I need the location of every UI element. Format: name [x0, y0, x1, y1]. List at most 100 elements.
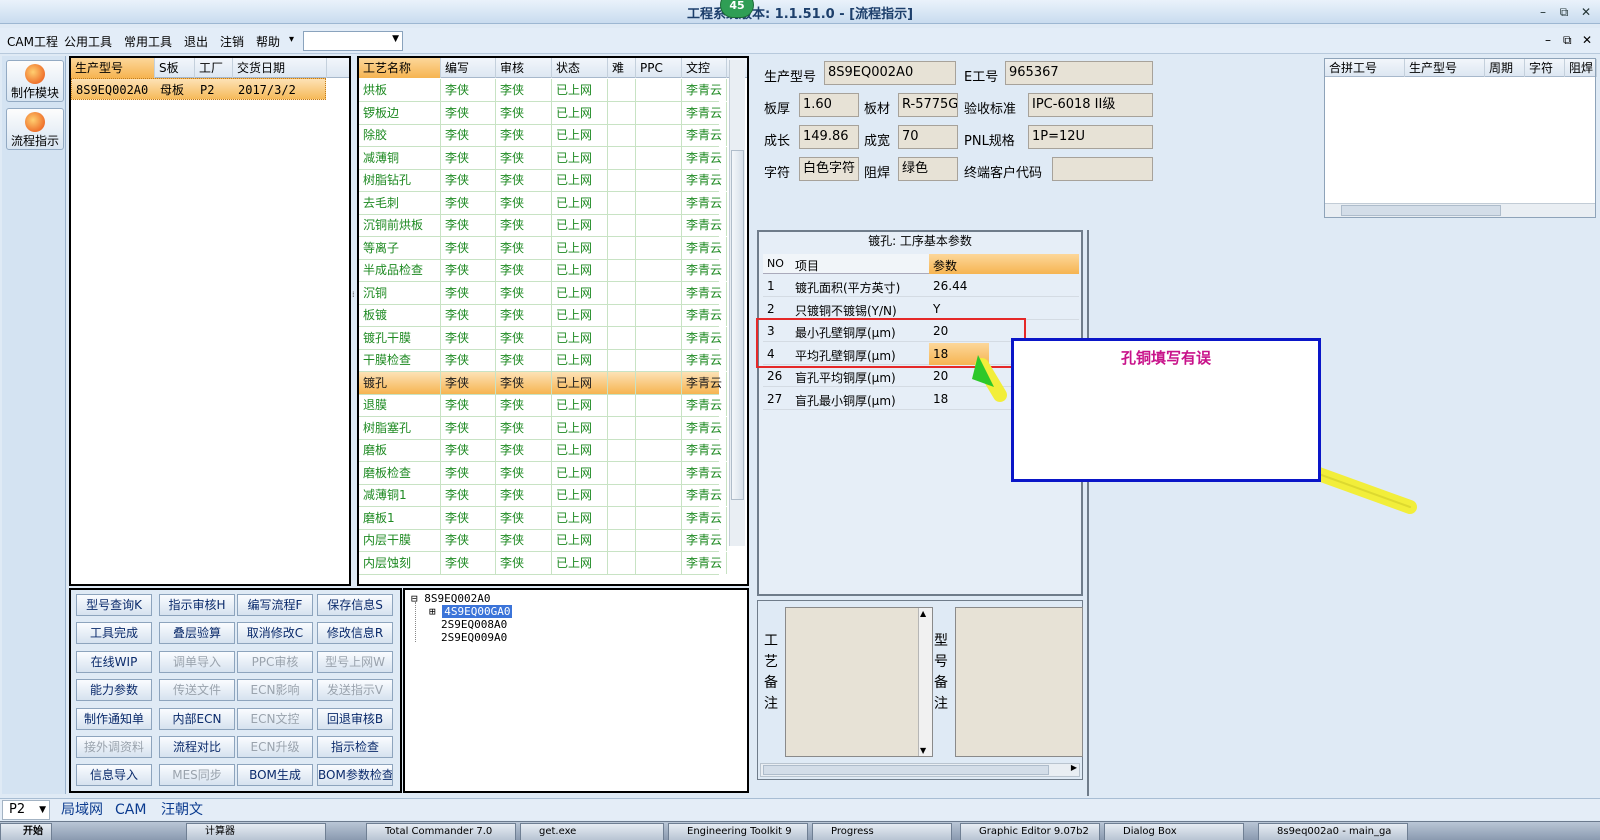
col-doc-control[interactable]: 文控 [682, 58, 727, 78]
action-button[interactable]: 修改信息R [317, 622, 393, 645]
taskbar-item[interactable]: 8s9eq002a0 - main_ga [1258, 823, 1408, 840]
col-difficulty[interactable]: 难 [608, 58, 636, 78]
action-button[interactable]: 叠层验算 [159, 622, 235, 645]
menu-logout[interactable]: 注销 [220, 33, 244, 50]
table-row[interactable]: 去毛刺 李侠 李侠 已上网 李青云 [359, 191, 727, 215]
table-row[interactable]: 磨板 李侠 李侠 已上网 李青云 [359, 439, 727, 462]
status-tab-cam[interactable]: CAM [112, 800, 149, 820]
menu-common-tools[interactable]: 常用工具 [124, 33, 172, 50]
action-button[interactable]: 内部ECN [159, 707, 235, 730]
process-scrollbar[interactable] [729, 60, 745, 546]
menu-cam-project[interactable]: CAM工程 [7, 33, 58, 50]
action-button[interactable]: 在线WIP [76, 650, 152, 673]
action-button[interactable]: ECN升级 [237, 736, 313, 758]
minimize-button[interactable]: – [1534, 4, 1552, 20]
table-row-selected[interactable]: 镀孔 李侠 李侠 已上网 李青云 [359, 371, 727, 395]
action-button[interactable]: BOM参数检查 [317, 764, 393, 787]
action-button[interactable]: 信息导入 [76, 764, 152, 787]
col-status[interactable]: 状态 [552, 58, 608, 78]
model-remarks-field[interactable] [955, 607, 1083, 757]
action-button[interactable]: 发送指示V [317, 679, 393, 702]
action-button[interactable]: BOM生成 [237, 764, 313, 787]
col-combine-legend[interactable]: 字符 [1525, 59, 1565, 77]
action-button[interactable]: 接外调资料 [76, 736, 152, 758]
splitter-handle[interactable]: ⁞ [352, 290, 356, 350]
table-row[interactable]: 除胶 李侠 李侠 已上网 李青云 [359, 124, 727, 147]
maximize-button[interactable]: ⧉ [1555, 4, 1573, 20]
action-button[interactable]: 回退审核B [317, 707, 393, 730]
col-model[interactable]: 生产型号 [71, 58, 155, 78]
col-combine-mask[interactable]: 阻焊 [1565, 59, 1597, 77]
action-button[interactable]: 指示审核H [159, 594, 235, 616]
scroll-down-icon[interactable]: ▼ [920, 746, 926, 755]
status-tab-user[interactable]: 汪朝文 [158, 800, 206, 820]
e-number-field[interactable]: 965367 [1005, 61, 1153, 85]
col-process-name[interactable]: 工艺名称 [359, 58, 441, 78]
combine-hscrollbar[interactable] [1325, 203, 1595, 217]
table-row[interactable]: 板镀 李侠 李侠 已上网 李青云 [359, 304, 727, 327]
table-row[interactable]: 镀孔干膜 李侠 李侠 已上网 李青云 [359, 326, 727, 350]
table-row[interactable]: 磨板检查 李侠 李侠 已上网 李青云 [359, 461, 727, 485]
scroll-right-icon[interactable]: ▶ [1071, 763, 1077, 772]
action-button[interactable]: 取消修改C [237, 622, 313, 645]
table-row[interactable]: 内层蚀刻 李侠 李侠 已上网 李青云 [359, 551, 727, 575]
taskbar-item[interactable]: 计算器 [186, 823, 326, 840]
table-row[interactable]: 干膜检查 李侠 李侠 已上网 李青云 [359, 349, 727, 372]
close-button[interactable]: ✕ [1577, 4, 1595, 20]
mdi-restore-button[interactable]: ⧉ [1563, 33, 1572, 48]
status-tab-lan[interactable]: 局域网 [58, 800, 106, 820]
table-row[interactable]: 等离子 李侠 李侠 已上网 李青云 [359, 236, 727, 260]
table-row[interactable]: 减薄铜1 李侠 李侠 已上网 李青云 [359, 484, 727, 507]
legend-field[interactable]: 白色字符 [799, 157, 859, 181]
action-button[interactable]: MES同步 [159, 764, 235, 787]
customer-code-field[interactable] [1052, 157, 1153, 181]
taskbar-item[interactable]: Progress [812, 823, 952, 840]
tree-node[interactable]: ⊞ 4S9EQ00GA0 [429, 605, 513, 618]
action-button[interactable]: 能力参数 [76, 679, 152, 702]
col-delivery-date[interactable]: 交货日期 [233, 58, 327, 78]
expand-icon[interactable]: ⊞ [429, 605, 436, 618]
menu-combo-box[interactable]: ▼ [303, 31, 403, 51]
table-row[interactable]: 磨板1 李侠 李侠 已上网 李青云 [359, 506, 727, 530]
remarks-scrollbar[interactable]: ▲ ▼ [918, 608, 932, 756]
tree-node[interactable]: 2S9EQ008A0 [441, 618, 507, 631]
process-remarks-field[interactable]: ▲ ▼ [785, 607, 933, 757]
taskbar-item[interactable]: Engineering Toolkit 9 [668, 823, 808, 840]
col-combine-no[interactable]: 合拼工号 [1325, 59, 1405, 77]
table-row[interactable]: 树脂钻孔 李侠 李侠 已上网 李青云 [359, 169, 727, 192]
notification-badge[interactable]: 45 [720, 0, 754, 18]
col-factory[interactable]: 工厂 [195, 58, 233, 78]
col-author[interactable]: 编写 [441, 58, 496, 78]
scrollbar-thumb[interactable] [731, 150, 744, 500]
table-row[interactable]: 沉铜 李侠 李侠 已上网 李青云 [359, 281, 727, 305]
mdi-minimize-button[interactable]: – [1545, 33, 1551, 47]
menu-public-tools[interactable]: 公用工具 [64, 33, 112, 50]
tree-root[interactable]: ⊟ 8S9EQ002A0 [411, 592, 490, 605]
col-combine-model[interactable]: 生产型号 [1405, 59, 1485, 77]
col-combine-cycle[interactable]: 周期 [1485, 59, 1525, 77]
action-button[interactable]: 调单导入 [159, 650, 235, 673]
action-button[interactable]: 传送文件 [159, 679, 235, 702]
width-field[interactable]: 70 [898, 125, 958, 149]
menu-help[interactable]: 帮助 [256, 33, 280, 50]
table-row[interactable]: 8S9EQ002A0 母板 P2 2017/3/2 [71, 78, 326, 100]
action-button[interactable]: 指示检查 [317, 736, 393, 758]
table-row[interactable]: 1 镀孔面积(平方英寸) 26.44 [763, 275, 1079, 297]
length-field[interactable]: 149.86 [799, 125, 859, 149]
action-button[interactable]: 保存信息S [317, 594, 393, 616]
soldermask-field[interactable]: 绿色 [898, 157, 958, 181]
table-row[interactable]: 减薄铜 李侠 李侠 已上网 李青云 [359, 146, 727, 170]
taskbar-item[interactable]: Graphic Editor 9.07b2 [960, 823, 1100, 840]
action-button[interactable]: 工具完成 [76, 622, 152, 645]
action-button[interactable]: ECN影响 [237, 679, 313, 702]
col-s-board[interactable]: S板 [155, 58, 195, 78]
pnl-field[interactable]: 1P=12U [1028, 125, 1153, 149]
action-button[interactable]: 型号上网W [317, 650, 393, 673]
table-row[interactable]: 烘板 李侠 李侠 已上网 李青云 [359, 79, 727, 102]
col-reviewer[interactable]: 审核 [496, 58, 552, 78]
process-guide-button[interactable]: 流程指示 [6, 108, 64, 150]
table-row[interactable]: 退膜 李侠 李侠 已上网 李青云 [359, 394, 727, 417]
mdi-close-button[interactable]: ✕ [1582, 33, 1592, 47]
remarks-hscrollbar[interactable]: ▶ [760, 763, 1080, 777]
action-button[interactable]: 制作通知单 [76, 707, 152, 730]
